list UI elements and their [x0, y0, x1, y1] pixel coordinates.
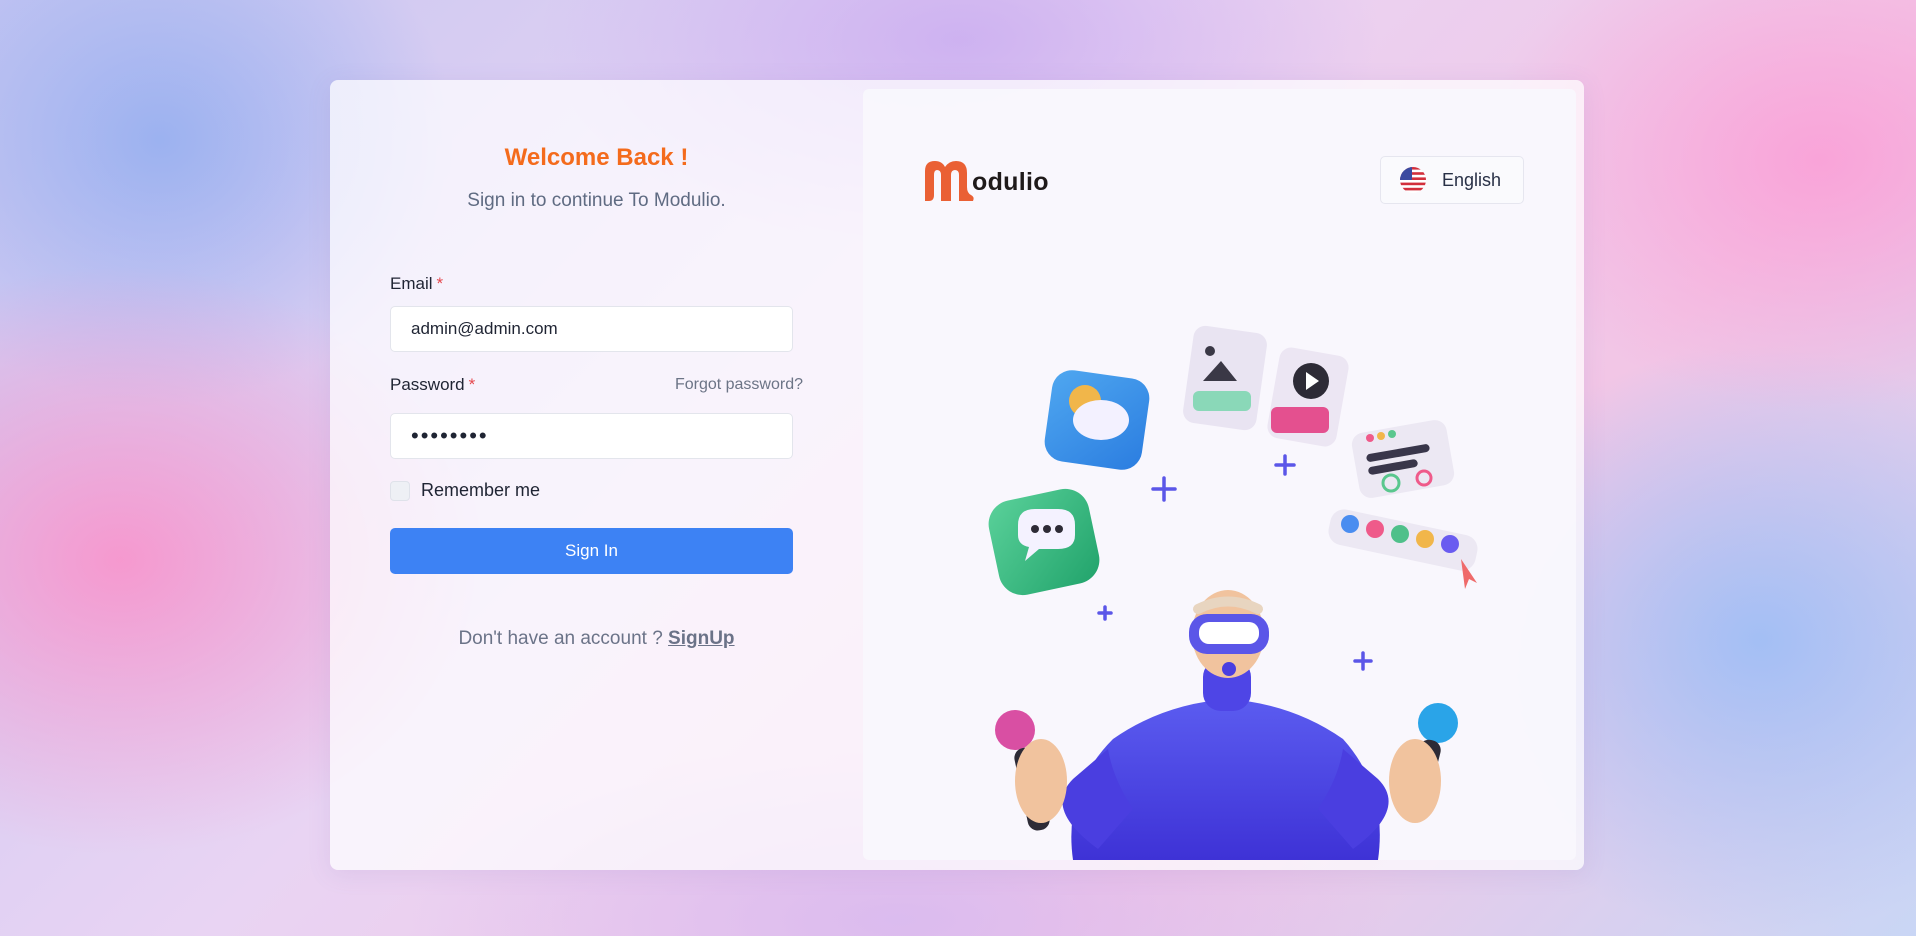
required-marker: * — [436, 274, 444, 293]
remember-me: Remember me — [390, 480, 540, 501]
password-field[interactable]: •••••••• — [390, 413, 793, 459]
page-title: Welcome Back ! — [504, 144, 689, 171]
required-marker: * — [468, 375, 476, 394]
forgot-password-link[interactable]: Forgot password? — [675, 376, 803, 394]
settings-widget-icon — [1351, 420, 1455, 498]
left-controller-icon — [995, 710, 1067, 831]
right-controller-icon — [1389, 703, 1458, 823]
weather-app-icon — [1044, 370, 1150, 470]
no-account-text: Don't have an account ? — [458, 628, 663, 649]
vr-person-illustration — [988, 325, 1478, 860]
video-card-icon — [1267, 347, 1349, 447]
signup-link[interactable]: SignUp — [668, 628, 735, 649]
page-subtitle: Sign in to continue To Modulio. — [467, 190, 726, 211]
password-mask: •••••••• — [411, 423, 489, 448]
login-card: Welcome Back ! Sign in to continue To Mo… — [330, 80, 1584, 870]
email-field[interactable] — [390, 306, 793, 352]
password-label-text: Password — [390, 375, 465, 394]
remember-checkbox[interactable] — [390, 480, 410, 501]
image-card-icon — [1183, 325, 1267, 431]
email-label: Email * — [390, 274, 443, 294]
chat-app-icon — [988, 488, 1100, 596]
password-label: Password * — [390, 375, 475, 395]
email-label-text: Email — [390, 274, 433, 293]
sign-in-button[interactable]: Sign In — [390, 528, 793, 574]
remember-label: Remember me — [421, 480, 541, 500]
color-palette-icon — [1328, 509, 1478, 589]
vr-person-icon — [1062, 590, 1389, 860]
login-panel: Welcome Back ! Sign in to continue To Mo… — [330, 80, 863, 870]
illustration-panel: odulio English — [863, 89, 1576, 860]
signup-prompt: Don't have an account ? SignUp — [330, 628, 863, 650]
